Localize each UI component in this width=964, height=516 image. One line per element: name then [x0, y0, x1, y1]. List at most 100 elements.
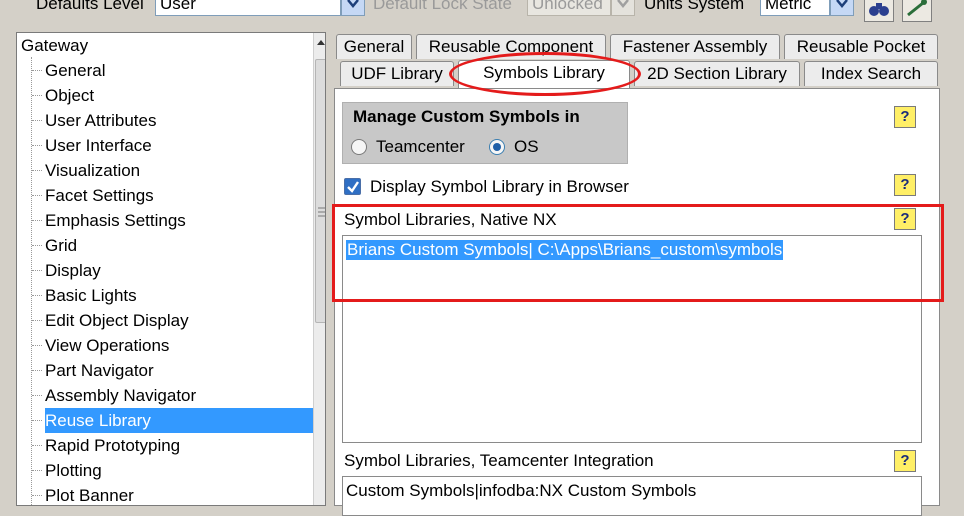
tree-item-label: Basic Lights	[45, 286, 137, 305]
radio-os[interactable]	[489, 139, 505, 155]
radio-os-label[interactable]: OS	[514, 137, 539, 157]
tree-connector	[32, 370, 42, 371]
tab-fastener-assembly[interactable]: Fastener Assembly	[610, 34, 780, 59]
teamcenter-libraries-textarea[interactable]: Custom Symbols|infodba:NX Custom Symbols	[342, 476, 922, 516]
tree-item-label: Plot Banner	[45, 486, 134, 505]
tree-connector	[32, 220, 42, 221]
category-tree[interactable]: Gateway General Object User Attributes User…	[16, 32, 326, 506]
tree-item[interactable]: Visualization	[45, 158, 315, 183]
scroll-thumb[interactable]	[315, 59, 325, 323]
tree-item[interactable]: User Attributes	[45, 108, 315, 133]
tree-connector	[32, 420, 42, 421]
tab-index-search[interactable]: Index Search	[804, 61, 938, 86]
tree-connector	[32, 170, 42, 171]
tree-root-gateway[interactable]: Gateway	[21, 33, 88, 58]
tree-item-label: Part Navigator	[45, 361, 154, 380]
tree-connector	[32, 470, 42, 471]
chevron-down-icon	[835, 0, 849, 9]
native-nx-libraries-textarea[interactable]: Brians Custom Symbols| C:\Apps\Brians_cu…	[342, 235, 922, 443]
tab-udf-library[interactable]: UDF Library	[340, 61, 454, 86]
tree-item-label: Emphasis Settings	[45, 211, 186, 230]
native-nx-libraries-label: Symbol Libraries, Native NX	[344, 210, 557, 229]
tree-connector	[32, 245, 42, 246]
tree-connector	[32, 195, 42, 196]
tree-item-label: Grid	[45, 236, 78, 255]
tree-item[interactable]: Assembly Navigator	[45, 383, 315, 408]
tool-settings-button[interactable]	[902, 0, 932, 22]
tree-connector	[32, 345, 42, 346]
tree-item-label: Reuse Library	[45, 411, 151, 430]
tree-item-label: Object	[45, 86, 95, 105]
default-lock-state-combo: Unlocked	[527, 0, 611, 16]
defaults-level-label: Defaults Level	[36, 0, 144, 13]
tree-scrollbar[interactable]	[313, 33, 325, 505]
tree-item[interactable]: Object	[45, 83, 315, 108]
tab-2d-section-library[interactable]: 2D Section Library	[634, 61, 800, 86]
tree-item[interactable]: General	[45, 58, 315, 83]
tree-item-label: User Interface	[45, 136, 152, 155]
tree-item-label: Rapid Prototyping	[45, 436, 181, 455]
triangle-up-icon	[314, 38, 325, 57]
wand-icon	[903, 0, 931, 25]
tab-general[interactable]: General	[336, 34, 412, 59]
tree-connector	[32, 270, 42, 271]
radio-teamcenter-label[interactable]: Teamcenter	[376, 137, 465, 157]
tree-item[interactable]: Plotting	[45, 458, 315, 483]
tree-item-label: Display	[45, 261, 101, 280]
tree-connector	[32, 320, 42, 321]
tree-item[interactable]: Facet Settings	[45, 183, 315, 208]
tree-item[interactable]: User Interface	[45, 133, 315, 158]
default-lock-state-dropdown-button	[611, 0, 635, 16]
tree-connector	[32, 95, 42, 96]
radio-teamcenter[interactable]	[351, 139, 367, 155]
manage-custom-symbols-group: Manage Custom Symbols in Teamcenter OS	[342, 102, 628, 164]
chevron-down-icon	[346, 0, 360, 9]
tree-item[interactable]: Plot Banner	[45, 483, 315, 505]
help-icon[interactable]: ?	[894, 208, 916, 230]
chevron-down-icon	[616, 0, 630, 9]
tree-item[interactable]: View Operations	[45, 333, 315, 358]
tree-item[interactable]: Display	[45, 258, 315, 283]
tree-connector	[32, 70, 42, 71]
teamcenter-library-entry[interactable]: Custom Symbols|infodba:NX Custom Symbols	[346, 481, 696, 501]
tree-item[interactable]: Reuse Library	[45, 408, 315, 433]
tree-item[interactable]: Part Navigator	[45, 358, 315, 383]
units-system-label: Units System	[644, 0, 745, 13]
tab-symbols-library[interactable]: Symbols Library	[458, 60, 630, 88]
display-symbol-library-checkbox[interactable]	[344, 178, 361, 195]
units-system-dropdown-button[interactable]	[830, 0, 854, 16]
scroll-up-arrow[interactable]	[314, 33, 325, 53]
default-lock-state-label: Default Lock State	[373, 0, 512, 13]
tree-connector	[32, 445, 42, 446]
tree-item[interactable]: Edit Object Display	[45, 308, 315, 333]
tree-connector	[32, 120, 42, 121]
help-icon[interactable]: ?	[894, 106, 916, 128]
tree-item[interactable]: Grid	[45, 233, 315, 258]
tab-reusable-pocket[interactable]: Reusable Pocket	[784, 34, 938, 59]
manage-custom-symbols-title: Manage Custom Symbols in	[353, 107, 580, 126]
binoculars-icon	[865, 3, 893, 25]
checkmark-icon	[347, 181, 359, 193]
tree-item-label: View Operations	[45, 336, 170, 355]
defaults-level-dropdown-button[interactable]	[341, 0, 365, 16]
tree-item[interactable]: Emphasis Settings	[45, 208, 315, 233]
units-system-combo[interactable]: Metric	[760, 0, 830, 16]
tab-reusable-component[interactable]: Reusable Component	[416, 34, 606, 59]
tree-connector	[32, 295, 42, 296]
native-nx-library-entry[interactable]: Brians Custom Symbols| C:\Apps\Brians_cu…	[346, 240, 784, 260]
tree-guide-line	[31, 57, 32, 505]
tree-item-label: User Attributes	[45, 111, 157, 130]
display-symbol-library-label[interactable]: Display Symbol Library in Browser	[370, 177, 629, 197]
help-icon[interactable]: ?	[894, 450, 916, 472]
tree-item-label: General	[45, 61, 106, 80]
tree-item-label: Plotting	[45, 461, 102, 480]
grip-icon	[318, 202, 325, 222]
find-settings-button[interactable]	[864, 0, 894, 22]
defaults-level-combo[interactable]: User	[155, 0, 341, 16]
help-icon[interactable]: ?	[894, 174, 916, 196]
teamcenter-libraries-label: Symbol Libraries, Teamcenter Integration	[344, 451, 654, 470]
tree-connector	[32, 495, 42, 496]
tree-item[interactable]: Basic Lights	[45, 283, 315, 308]
tree-item[interactable]: Rapid Prototyping	[45, 433, 315, 458]
tree-item-label: Assembly Navigator	[45, 386, 197, 405]
